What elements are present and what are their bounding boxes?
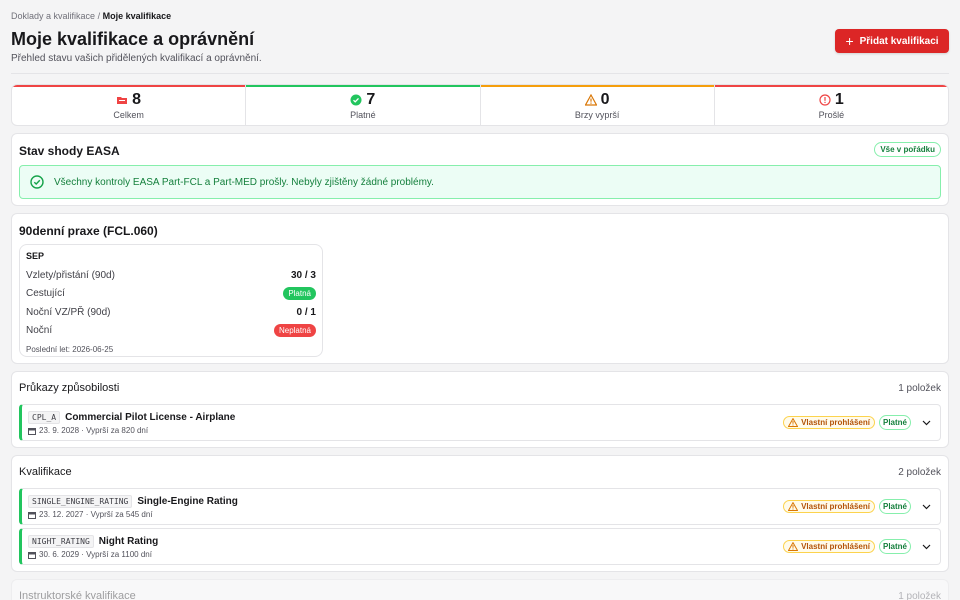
list-item[interactable]: CPL_A Commercial Pilot License - Airplan… bbox=[19, 404, 941, 441]
status-badge: Platné bbox=[878, 499, 911, 514]
item-code: SINGLE_ENGINE_RATING bbox=[28, 495, 133, 508]
item-name: Night Rating bbox=[98, 536, 159, 547]
stat-expiring-value: 0 bbox=[600, 90, 610, 108]
ratings-card: Kvalifikace 2 položek SINGLE_ENGINE_RATI… bbox=[11, 455, 949, 572]
stat-valid: 7 Platné bbox=[246, 85, 481, 125]
recency-row-landings: Vzlety/přistání (90d) 30 / 3 bbox=[26, 266, 316, 285]
stat-valid-label: Platné bbox=[350, 109, 376, 120]
sep-type: SEP bbox=[26, 251, 45, 261]
list-item[interactable]: NIGHT_RATING Night Rating 30. 6. 2029 · … bbox=[19, 528, 941, 565]
breadcrumb-parent[interactable]: Doklady a kvalifikace bbox=[11, 11, 95, 21]
recency-title: 90denní praxe (FCL.060) bbox=[19, 224, 158, 238]
warning-icon bbox=[788, 502, 799, 511]
item-date: 30. 6. 2029 · Vyprší za 1100 dní bbox=[39, 550, 152, 559]
recency-row-night-landings: Noční VZ/PŘ (90d) 0 / 1 bbox=[26, 303, 316, 322]
stat-expired-label: Prošlé bbox=[818, 109, 845, 120]
easa-compliance-card: Stav shody EASA Vše v pořádku Všechny ko… bbox=[11, 133, 949, 206]
instructor-card: Instruktorské kvalifikace 1 položek bbox=[11, 579, 949, 600]
chevron-down-icon[interactable] bbox=[919, 416, 933, 430]
stat-total: 8 Celkem bbox=[12, 85, 247, 125]
warning-icon bbox=[788, 542, 799, 551]
breadcrumb-separator: / bbox=[97, 11, 101, 21]
add-qualification-label: Přidat kvalifikaci bbox=[859, 35, 939, 47]
recency-row-label: Noční bbox=[26, 325, 53, 337]
item-date: 23. 12. 2027 · Vyprší za 545 dní bbox=[39, 510, 153, 519]
calendar-icon bbox=[28, 511, 36, 519]
ratings-title: Kvalifikace bbox=[19, 466, 72, 478]
warning-icon bbox=[584, 93, 597, 106]
add-qualification-button[interactable]: + Přidat kvalifikaci bbox=[835, 29, 949, 53]
valid-pill: Platná bbox=[283, 287, 316, 301]
check-circle-outline-icon bbox=[30, 175, 44, 189]
self-declaration-badge: Vlastní prohlášení bbox=[783, 416, 875, 429]
folder-icon bbox=[116, 94, 128, 106]
status-badge: Platné bbox=[878, 415, 911, 430]
recency-row-passengers: Cestující Platná bbox=[26, 285, 316, 304]
stat-expiring: 0 Brzy vyprší bbox=[480, 85, 715, 125]
calendar-icon bbox=[28, 551, 36, 559]
self-declaration-label: Vlastní prohlášení bbox=[801, 418, 870, 427]
recency-row-value: 0 / 1 bbox=[296, 306, 316, 318]
sep-recency-box: SEP Vzlety/přistání (90d) 30 / 3 Cestují… bbox=[19, 244, 323, 357]
self-declaration-badge: Vlastní prohlášení bbox=[783, 500, 875, 513]
stat-expired: 1 Prošlé bbox=[714, 85, 948, 125]
instructor-count: 1 položek bbox=[898, 591, 941, 600]
stat-expiring-label: Brzy vyprší bbox=[574, 109, 620, 120]
chevron-down-icon[interactable] bbox=[919, 500, 933, 514]
recency-card: 90denní praxe (FCL.060) SEP Vzlety/přist… bbox=[11, 213, 949, 364]
page-subtitle: Přehled stavu vašich přidělených kvalifi… bbox=[11, 53, 262, 64]
item-code: CPL_A bbox=[28, 411, 61, 424]
item-name: Commercial Pilot License - Airplane bbox=[65, 412, 236, 423]
licenses-title: Průkazy způsobilosti bbox=[19, 382, 120, 394]
check-circle-icon bbox=[350, 94, 362, 106]
plus-icon: + bbox=[845, 33, 854, 49]
easa-message: Všechny kontroly EASA Part-FCL a Part-ME… bbox=[54, 176, 434, 188]
breadcrumb: Doklady a kvalifikace / Moje kvalifikace bbox=[11, 11, 171, 21]
easa-success-alert: Všechny kontroly EASA Part-FCL a Part-ME… bbox=[19, 165, 941, 199]
item-date: 23. 9. 2028 · Vyprší za 820 dní bbox=[39, 426, 149, 435]
item-code: NIGHT_RATING bbox=[28, 535, 94, 548]
last-flight: Poslední let: 2026-06-25 bbox=[26, 345, 114, 354]
recency-row-value: 30 / 3 bbox=[290, 269, 316, 281]
stat-total-value: 8 bbox=[132, 90, 142, 108]
stat-expired-value: 1 bbox=[834, 90, 844, 108]
ratings-count: 2 položek bbox=[898, 467, 941, 478]
warning-icon bbox=[788, 418, 799, 427]
item-name: Single-Engine Rating bbox=[137, 496, 238, 507]
recency-row-night: Noční Neplatná bbox=[26, 322, 316, 341]
easa-status-badge: Vše v pořádku bbox=[874, 142, 941, 157]
invalid-pill: Neplatná bbox=[273, 324, 316, 338]
page: Doklady a kvalifikace / Moje kvalifikace… bbox=[0, 0, 960, 600]
alert-circle-icon bbox=[819, 93, 831, 106]
page-title: Moje kvalifikace a oprávnění bbox=[11, 29, 255, 49]
licenses-card: Průkazy způsobilosti 1 položek CPL_A Com… bbox=[11, 371, 949, 448]
breadcrumb-current: Moje kvalifikace bbox=[102, 11, 172, 21]
self-declaration-label: Vlastní prohlášení bbox=[801, 542, 870, 551]
recency-row-label: Cestující bbox=[26, 288, 65, 300]
list-item[interactable]: SINGLE_ENGINE_RATING Single-Engine Ratin… bbox=[19, 488, 941, 525]
recency-row-label: Noční VZ/PŘ (90d) bbox=[26, 306, 111, 318]
self-declaration-badge: Vlastní prohlášení bbox=[783, 540, 875, 553]
divider bbox=[11, 73, 949, 74]
self-declaration-label: Vlastní prohlášení bbox=[801, 502, 870, 511]
status-badge: Platné bbox=[878, 539, 911, 554]
chevron-down-icon[interactable] bbox=[919, 540, 933, 554]
stat-valid-value: 7 bbox=[366, 90, 376, 108]
calendar-icon bbox=[28, 427, 36, 435]
licenses-count: 1 položek bbox=[898, 383, 941, 394]
easa-title: Stav shody EASA bbox=[19, 144, 120, 158]
stat-total-label: Celkem bbox=[113, 109, 144, 120]
stats-bar: 8 Celkem 7 Platné 0 Brzy vyprší 1 Prošlé bbox=[11, 84, 949, 126]
recency-row-label: Vzlety/přistání (90d) bbox=[26, 269, 115, 281]
instructor-title: Instruktorské kvalifikace bbox=[19, 590, 136, 600]
